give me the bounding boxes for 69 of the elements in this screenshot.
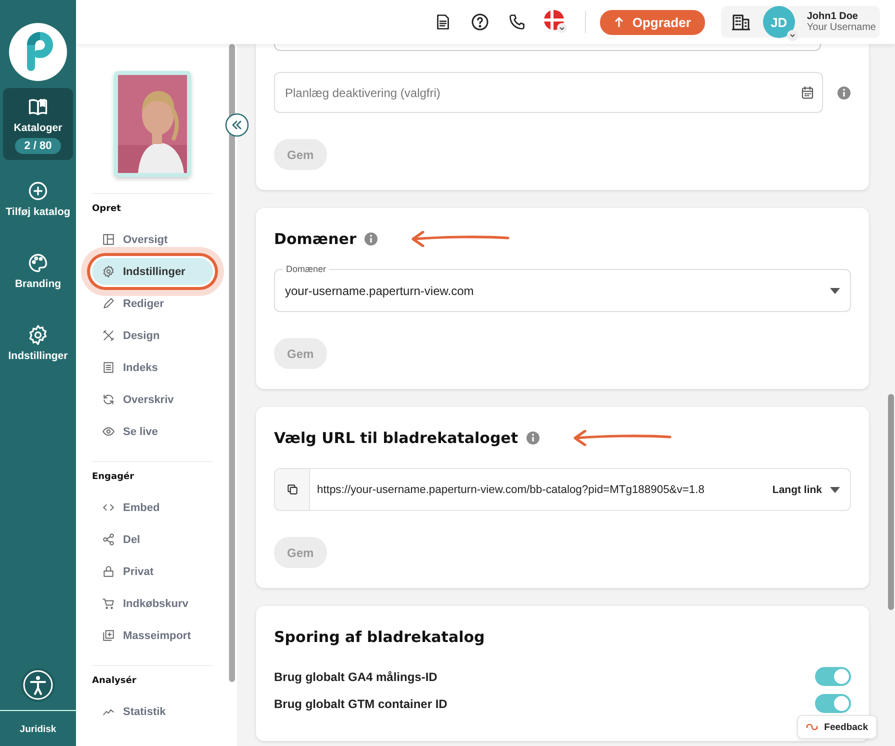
import-icon <box>102 629 115 642</box>
nav-item[interactable]: Indkøbskurv <box>92 590 213 617</box>
cart-icon <box>102 597 115 610</box>
nav-item[interactable]: Indeks <box>92 354 213 381</box>
nav-item[interactable]: Rediger <box>92 290 213 317</box>
url-field[interactable]: https://your-username.paperturn-view.com/bb-catalog?pid=MTg188905&v=1.8 <box>310 484 772 496</box>
feedback-button[interactable]: Feedback <box>797 715 877 739</box>
nav-item[interactable]: Design <box>92 322 213 349</box>
nav-item[interactable]: Statistik <box>92 698 213 725</box>
username: Your Username <box>806 22 876 33</box>
collapse-icon[interactable] <box>225 113 249 137</box>
help-icon <box>470 12 490 32</box>
info-icon[interactable] <box>364 232 378 246</box>
plus-circle-icon <box>27 180 49 202</box>
palette-icon <box>27 252 49 274</box>
copy-button[interactable] <box>275 469 310 510</box>
lock-icon <box>102 565 115 578</box>
card-title: Sporing af bladrekatalog <box>274 628 485 646</box>
rail-item[interactable]: Kataloger 2 / 80 <box>3 88 73 160</box>
open-book-icon <box>27 96 49 118</box>
calendar-icon <box>800 85 815 100</box>
refresh-icon <box>102 393 115 406</box>
arrow-up-icon <box>614 16 624 28</box>
layout-icon <box>102 233 115 246</box>
account-menu[interactable]: JD John1 Doe Your Username <box>720 6 880 38</box>
section-title: Opret <box>92 204 122 214</box>
count-badge: 2 / 80 <box>15 138 61 154</box>
accessibility-icon[interactable] <box>21 668 55 702</box>
info-icon[interactable] <box>526 431 540 445</box>
copy-icon <box>286 483 298 496</box>
phone-icon <box>508 13 526 31</box>
building-icon <box>730 12 751 32</box>
nav-item[interactable]: Indstillinger <box>92 258 213 285</box>
section-title: Analysér <box>92 676 138 686</box>
feedback-icon <box>806 722 818 732</box>
eye-icon <box>102 425 115 438</box>
rail-item[interactable]: Indstillinger <box>3 310 73 376</box>
nav-item[interactable]: Oversigt <box>92 226 213 253</box>
nav-item[interactable]: Se live <box>92 418 213 445</box>
rail-item[interactable]: Branding <box>3 238 73 304</box>
nav-item[interactable]: Overskriv <box>92 386 213 413</box>
language-flag-icon[interactable] <box>544 10 568 34</box>
card-title: Vælg URL til bladrekataloget <box>274 429 518 447</box>
user-name: John1 Doe <box>806 11 859 22</box>
tools-icon <box>102 329 115 342</box>
toggle-switch[interactable] <box>815 694 851 713</box>
logo-icon[interactable] <box>9 23 67 81</box>
list-icon <box>102 361 115 374</box>
nav-item[interactable]: Privat <box>92 558 213 585</box>
link-type-select[interactable]: Langt link <box>772 484 850 496</box>
nav-item[interactable]: Embed <box>92 494 213 521</box>
date-field[interactable]: Planlæg deaktivering (valgfri) <box>274 72 823 113</box>
gear-icon <box>102 265 115 278</box>
card-title: Domæner <box>274 230 356 248</box>
rail-item[interactable]: Tilføj katalog <box>3 166 73 232</box>
upgrade-button[interactable]: Opgrader <box>600 10 705 34</box>
pencil-icon <box>102 297 115 310</box>
gear-icon <box>27 324 49 346</box>
toggle-label: Brug globalt GTM container ID <box>274 696 448 710</box>
toggle-switch[interactable] <box>815 667 851 686</box>
text-field[interactable] <box>274 44 821 51</box>
nav-item[interactable]: Masseimport <box>92 622 213 649</box>
caret-icon[interactable] <box>830 288 840 294</box>
toggle-label: Brug globalt GA4 målings-ID <box>274 670 438 684</box>
nav-item[interactable]: Del <box>92 526 213 553</box>
info-icon[interactable] <box>837 86 851 100</box>
section-title: Engagér <box>92 472 136 482</box>
share-icon <box>102 533 115 546</box>
caret-icon[interactable] <box>830 486 840 492</box>
